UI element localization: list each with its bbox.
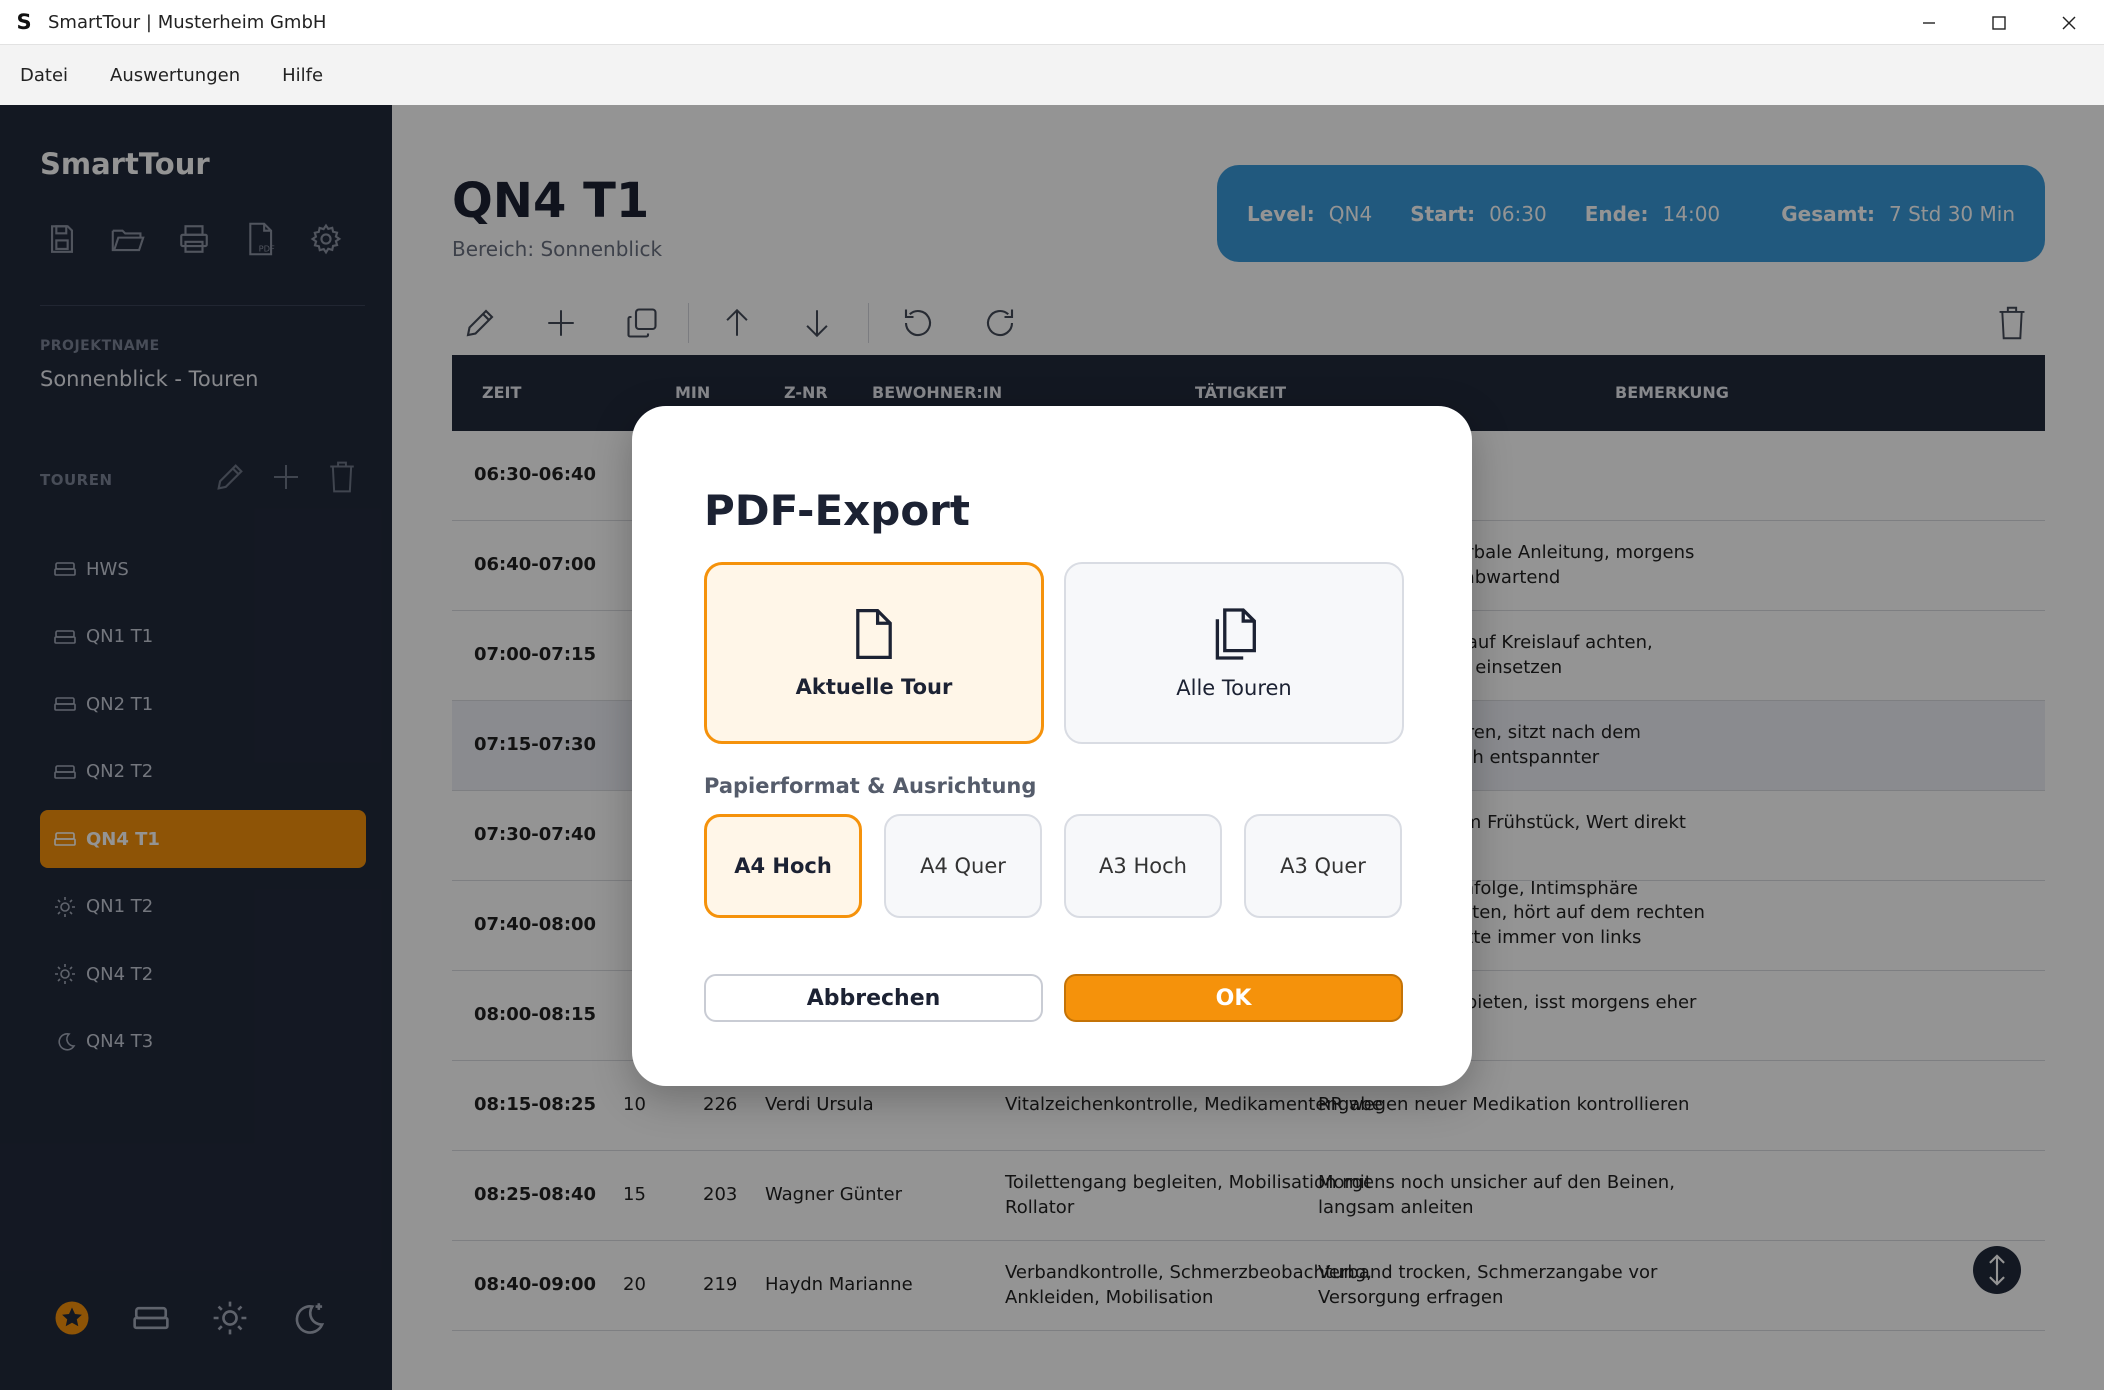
format-a4-landscape[interactable]: A4 Quer	[884, 814, 1042, 918]
scope-label: Alle Touren	[1176, 676, 1292, 700]
scope-current-tour[interactable]: Aktuelle Tour	[704, 562, 1044, 744]
dialog-title: PDF-Export	[704, 486, 970, 535]
menu-auswertungen[interactable]: Auswertungen	[110, 65, 240, 86]
format-a3-landscape[interactable]: A3 Quer	[1244, 814, 1402, 918]
window-title: SmartTour | Musterheim GmbH	[48, 11, 327, 33]
pdf-export-dialog: PDF-Export Aktuelle Tour Alle Touren Pap…	[632, 406, 1472, 1086]
window-controls	[1894, 0, 2104, 45]
maximize-button[interactable]	[1964, 0, 2034, 45]
maximize-icon	[1992, 15, 2006, 30]
format-section-label: Papierformat & Ausrichtung	[704, 774, 1037, 798]
title-bar: S SmartTour | Musterheim GmbH	[0, 0, 2104, 45]
scope-all-tours[interactable]: Alle Touren	[1064, 562, 1404, 744]
ok-button[interactable]: OK	[1064, 974, 1403, 1022]
minimize-button[interactable]	[1894, 0, 1964, 45]
menu-datei[interactable]: Datei	[20, 65, 68, 86]
format-a4-portrait[interactable]: A4 Hoch	[704, 814, 862, 918]
format-a3-portrait[interactable]: A3 Hoch	[1064, 814, 1222, 918]
app-logo: S	[16, 10, 32, 34]
file-icon	[856, 608, 892, 660]
close-button[interactable]	[2034, 0, 2104, 45]
minimize-icon	[1923, 21, 1935, 24]
menu-bar: Datei Auswertungen Hilfe	[0, 45, 2104, 105]
menu-hilfe[interactable]: Hilfe	[282, 65, 323, 86]
files-icon	[1215, 608, 1256, 660]
cancel-button[interactable]: Abbrechen	[704, 974, 1043, 1022]
scope-label: Aktuelle Tour	[795, 675, 953, 699]
close-icon	[2062, 16, 2076, 29]
